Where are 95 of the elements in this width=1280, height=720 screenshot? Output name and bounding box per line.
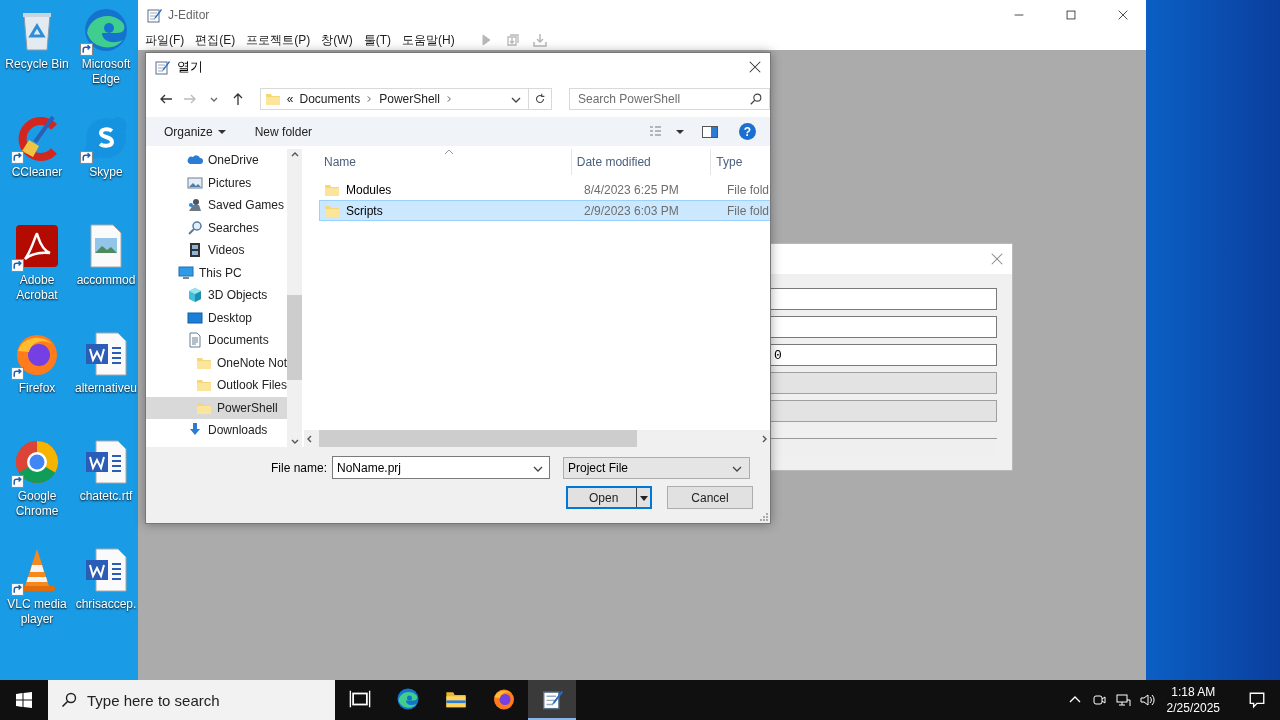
text-field[interactable]	[771, 288, 997, 310]
search-icon	[61, 692, 77, 708]
chevron-right-icon	[366, 95, 374, 103]
search-icon	[749, 92, 763, 106]
column-header[interactable]: Type	[711, 149, 770, 175]
dialog-title: 열기	[177, 58, 203, 76]
tree-item[interactable]: OneNote Not	[146, 351, 287, 374]
window-title: J-Editor	[168, 8, 210, 22]
menu-item[interactable]: 편집(E)	[195, 31, 236, 49]
cube-icon	[187, 287, 203, 304]
notepad-icon[interactable]	[541, 688, 563, 710]
shortcut-arrow-icon	[11, 583, 24, 596]
menu-item[interactable]: 파일(F)	[145, 31, 185, 49]
scrollbar[interactable]	[287, 149, 302, 447]
date-modified: 2/9/2023 6:03 PM	[583, 203, 680, 218]
shortcut-arrow-icon	[80, 151, 93, 164]
file-type: File fold	[726, 182, 770, 197]
refresh-icon	[533, 92, 547, 106]
breadcrumb[interactable]: Documents	[299, 92, 361, 106]
tree-item[interactable]: Videos	[146, 239, 287, 262]
shortcut-arrow-icon	[11, 475, 24, 488]
scroll-thumb[interactable]	[319, 430, 637, 447]
tree-item[interactable]: Searches	[146, 216, 287, 239]
menu-item[interactable]: 도움말(H)	[402, 31, 455, 49]
shortcut-arrow-icon	[11, 367, 24, 380]
close-icon[interactable]	[1116, 8, 1130, 22]
file-row[interactable]: Modules 8/4/2023 6:25 PM File fold	[319, 179, 770, 200]
date-modified: 8/4/2023 6:25 PM	[583, 182, 680, 197]
taskbar-search-field[interactable]: Type here to search	[48, 680, 335, 720]
clock-date[interactable]: 2/25/2025	[1166, 700, 1220, 716]
file-type-dropdown[interactable]: Project File	[563, 456, 750, 479]
tree-item[interactable]: Documents	[146, 329, 287, 352]
tree-item[interactable]: Saved Games	[146, 194, 287, 217]
notepad-icon	[146, 7, 162, 23]
tree-item[interactable]: Pictures	[146, 171, 287, 194]
column-header[interactable]: Name	[319, 149, 572, 175]
caret-icon	[217, 127, 226, 136]
tree-item[interactable]: Desktop	[146, 306, 287, 329]
landscape-icon	[187, 174, 203, 191]
menu-item[interactable]: 프로젝트(P)	[246, 31, 311, 49]
network-icon[interactable]	[1114, 692, 1131, 708]
search-icon	[187, 219, 203, 236]
clock-time[interactable]: 1:18 AM	[1171, 684, 1216, 700]
shortcut-arrow-icon	[11, 151, 24, 164]
tree-item[interactable]: Outlook Files	[146, 374, 287, 397]
volume-icon[interactable]	[1138, 692, 1155, 708]
text-field[interactable]: 0	[771, 344, 997, 366]
preview-pane-icon[interactable]	[701, 123, 719, 140]
desktop-icon	[187, 309, 203, 326]
folder-icon	[196, 377, 212, 394]
new-folder-button[interactable]: New folder	[254, 124, 313, 139]
search-field[interactable]: Search PowerShell	[569, 88, 770, 110]
notification-icon[interactable]	[1248, 691, 1266, 709]
start-icon[interactable]	[16, 692, 32, 708]
tree-item[interactable]: OneDrive	[146, 149, 287, 172]
document-icon	[187, 332, 203, 349]
notepad-icon	[154, 59, 170, 75]
file-name-field[interactable]: NoName.prj	[332, 456, 550, 479]
monitor-icon	[178, 264, 194, 281]
close-icon[interactable]	[748, 60, 762, 74]
open-button[interactable]: Open	[566, 486, 652, 509]
menu-item[interactable]: 창(W)	[321, 31, 353, 49]
address-bar[interactable]: « Documents PowerShell	[259, 88, 552, 110]
swirl-globe-icon[interactable]	[396, 687, 420, 711]
scroll-thumb[interactable]	[287, 295, 302, 380]
shortcut-arrow-icon	[11, 259, 24, 272]
tree-item[interactable]: PowerShell	[146, 396, 287, 419]
file-type: File fold	[726, 203, 770, 218]
tree-item[interactable]: 3D Objects	[146, 284, 287, 307]
task-view-icon[interactable]	[349, 688, 371, 710]
cancel-button[interactable]: Cancel	[667, 486, 753, 509]
fox-globe-icon[interactable]	[492, 687, 516, 711]
game-figure-icon	[187, 197, 203, 214]
camera-icon[interactable]	[1090, 692, 1107, 708]
scrollbar[interactable]	[304, 430, 770, 447]
file-name: Modules	[346, 182, 392, 197]
overflow-chevrons[interactable]: «	[286, 92, 294, 106]
file-row[interactable]: Scripts 2/9/2023 6:03 PM File fold	[319, 200, 770, 221]
folder-icon	[264, 91, 281, 107]
chevron-right-icon	[445, 95, 453, 103]
tree-item[interactable]: Downloads	[146, 419, 287, 442]
column-header[interactable]: Date modified	[571, 149, 712, 175]
text-field[interactable]	[771, 316, 997, 338]
tree-item[interactable]: This PC	[146, 261, 287, 284]
organize-menu-button[interactable]: Organize	[164, 124, 226, 139]
caret-icon	[639, 493, 648, 502]
shortcut-arrow-icon	[80, 43, 93, 56]
menu-item[interactable]: 툴(T)	[363, 31, 391, 49]
file-name: Scripts	[346, 203, 383, 218]
breadcrumb[interactable]: PowerShell	[379, 92, 440, 106]
maximize-icon[interactable]	[1064, 8, 1078, 22]
file-name-label: File name:	[269, 460, 328, 475]
film-strip-icon	[187, 242, 203, 259]
resize-grip-icon	[759, 512, 768, 521]
help-button[interactable]: ?	[739, 123, 756, 140]
